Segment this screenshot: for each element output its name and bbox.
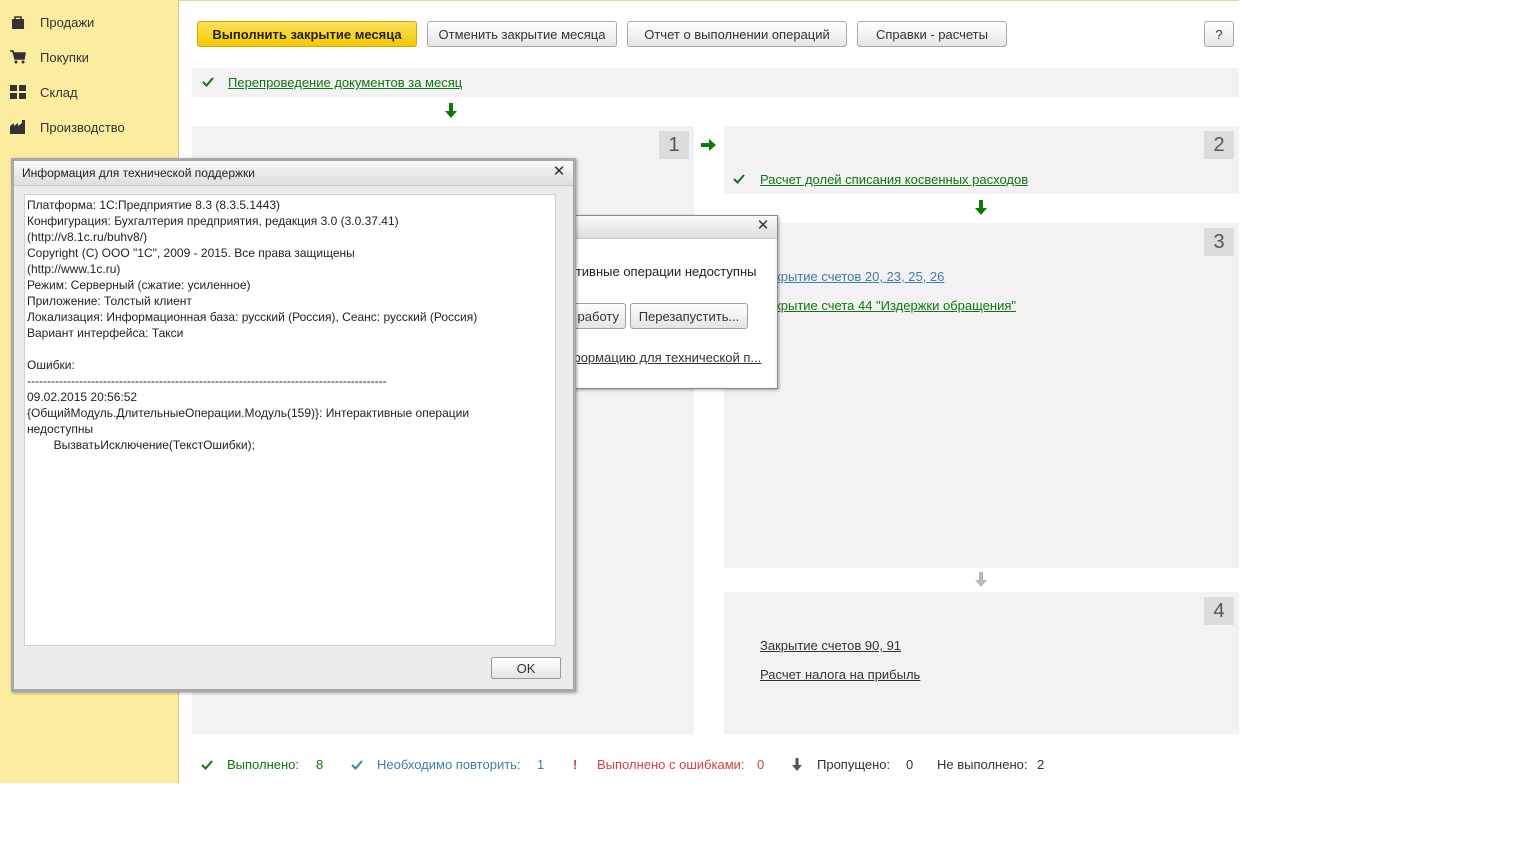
step-panel-4: 4 Закрытие счетов 90, 91 Расчет налога н… (724, 592, 1239, 734)
status-errors-count: 0 (757, 757, 765, 772)
arrow-down-icon (975, 200, 987, 215)
step-number: 1 (659, 131, 689, 159)
sidebar-item-label: Склад (40, 84, 78, 100)
sidebar-item-warehouse[interactable]: Склад (10, 82, 78, 102)
restart-button[interactable]: Перезапустить... (630, 303, 748, 329)
status-skipped-count: 0 (906, 757, 914, 772)
dialog-title: Информация для технической поддержки (22, 166, 256, 180)
sidebar-item-purchases[interactable]: Покупки (10, 47, 89, 67)
arrow-right-icon (701, 139, 716, 151)
check-icon (202, 77, 214, 87)
step-panel-2: 2 Расчет долей списания косвенных расход… (724, 126, 1239, 194)
close-icon[interactable]: ✕ (551, 164, 567, 180)
close-icon[interactable]: ✕ (755, 218, 771, 234)
sidebar-item-label: Производство (40, 119, 125, 135)
repost-documents-link[interactable]: Перепроведение документов за месяц (228, 75, 462, 90)
tech-info-dialog-titlebar: Информация для технической поддержки ✕ (14, 161, 573, 186)
error-dialog: ✕ ктивные операции недоступны ь работу П… (545, 215, 778, 389)
status-done-count: 8 (316, 757, 324, 772)
bag-icon (12, 16, 24, 29)
error-message: ктивные операции недоступны (570, 264, 757, 279)
top-divider (179, 0, 1239, 1)
exclamation-icon: ! (573, 757, 578, 772)
tech-info-dialog: Информация для технической поддержки ✕ П… (11, 158, 576, 692)
status-notdone-count: 2 (1037, 757, 1045, 772)
step-number: 4 (1204, 597, 1234, 625)
factory-icon (10, 120, 25, 134)
error-dialog-body: ктивные операции недоступны ь работу Пер… (546, 239, 775, 387)
step-number: 3 (1204, 228, 1234, 256)
step-number: 2 (1204, 131, 1234, 159)
sidebar-item-label: Покупки (40, 49, 89, 65)
arrow-down-icon (445, 103, 457, 118)
cart-icon (10, 50, 26, 64)
help-button[interactable]: ? (1204, 21, 1234, 47)
error-dialog-titlebar: ✕ (546, 216, 777, 239)
sidebar-item-production[interactable]: Производство (10, 117, 125, 137)
close-account-44-link[interactable]: Закрытие счета 44 "Издержки обращения" (760, 298, 1016, 313)
reference-calculations-button[interactable]: Справки - расчеты (857, 21, 1007, 47)
check-icon (351, 760, 363, 770)
step-panel-3: 3 Закрытие счетов 20, 23, 25, 26 Закрыти… (724, 223, 1239, 568)
repost-row: Перепроведение документов за месяц (192, 68, 1239, 97)
close-accounts-90-link[interactable]: Закрытие счетов 90, 91 (760, 638, 901, 653)
status-repeat-label: Необходимо повторить: (377, 757, 521, 772)
arrow-down-icon (792, 758, 802, 771)
ok-button[interactable]: OK (491, 657, 561, 679)
profit-tax-link[interactable]: Расчет налога на прибыль (760, 667, 920, 682)
close-month-button[interactable]: Выполнить закрытие месяца (197, 21, 417, 47)
check-icon (733, 174, 745, 184)
status-skipped-label: Пропущено: (817, 757, 891, 772)
sidebar-item-sales[interactable]: Продажи (10, 12, 94, 32)
indirect-costs-link[interactable]: Расчет долей списания косвенных расходов (760, 172, 1028, 187)
arrow-down-grey-icon (975, 572, 987, 587)
status-repeat-count: 1 (537, 757, 545, 772)
status-done-label: Выполнено: (227, 757, 300, 772)
tech-info-text[interactable]: Платформа: 1С:Предприятие 8.3 (8.3.5.144… (24, 194, 556, 646)
check-icon (201, 760, 213, 770)
grid-icon (10, 85, 26, 99)
status-errors-label: Выполнено с ошибками: (597, 757, 745, 772)
cancel-close-month-button[interactable]: Отменить закрытие месяца (427, 21, 617, 47)
status-notdone-label: Не выполнено: (937, 757, 1028, 772)
sidebar-item-label: Продажи (40, 14, 95, 30)
close-accounts-20-link[interactable]: Закрытие счетов 20, 23, 25, 26 (760, 269, 944, 284)
operations-report-button[interactable]: Отчет о выполнении операций (627, 21, 847, 47)
tech-info-link[interactable]: формацию для технической п... (570, 350, 761, 365)
